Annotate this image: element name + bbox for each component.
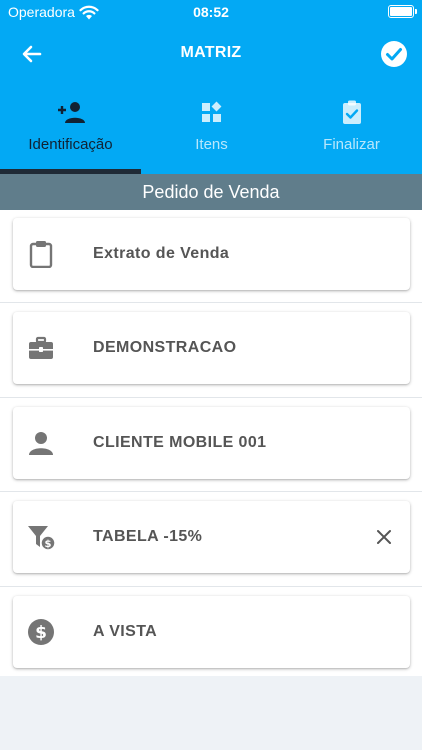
person-icon — [29, 432, 53, 455]
divider — [0, 397, 422, 398]
status-bar: Operadora 08:52 — [0, 0, 422, 24]
field-label: DEMONSTRACAO — [93, 339, 237, 356]
assignment-check-icon — [342, 100, 361, 124]
field-demonstracao[interactable]: DEMONSTRACAO — [13, 312, 410, 384]
field-list: Extrato de Venda DEMONSTRACAO CLIENTE MO… — [0, 210, 422, 676]
tab-label: Finalizar — [323, 136, 380, 153]
check-circle-icon[interactable] — [379, 39, 409, 69]
field-label: CLIENTE MOBILE 001 — [93, 434, 267, 451]
battery-icon — [388, 5, 417, 18]
field-label: TABELA -15% — [93, 528, 203, 545]
tab-itens[interactable]: Itens — [141, 96, 282, 174]
field-extrato[interactable]: Extrato de Venda — [13, 218, 410, 290]
price-filter-icon: $ — [28, 526, 55, 551]
svg-text:$: $ — [35, 623, 47, 643]
page-title: MATRIZ — [180, 44, 242, 61]
tab-label: Itens — [195, 136, 228, 153]
field-label: A VISTA — [93, 623, 158, 640]
briefcase-icon — [29, 336, 53, 359]
svg-text:$: $ — [45, 539, 52, 550]
divider — [0, 302, 422, 303]
app-header: Operadora 08:52 MATRIZ Identificação Ite… — [0, 0, 422, 174]
divider — [0, 491, 422, 492]
dollar-circle-icon: $ — [28, 619, 54, 645]
field-tabela[interactable]: $ TABELA -15% — [13, 501, 410, 573]
close-icon[interactable] — [372, 525, 396, 549]
tab-finalizar[interactable]: Finalizar — [281, 96, 422, 174]
person-add-icon — [57, 102, 85, 123]
divider — [0, 586, 422, 587]
field-condicao[interactable]: $ A VISTA — [13, 596, 410, 668]
tab-identificacao[interactable]: Identificação — [0, 96, 141, 174]
clipboard-icon — [29, 241, 53, 268]
field-cliente[interactable]: CLIENTE MOBILE 001 — [13, 407, 410, 479]
status-time: 08:52 — [193, 4, 229, 20]
tab-label: Identificação — [28, 136, 113, 153]
section-title: Pedido de Venda — [0, 174, 422, 210]
field-label: Extrato de Venda — [93, 245, 230, 262]
widgets-icon — [201, 101, 221, 122]
